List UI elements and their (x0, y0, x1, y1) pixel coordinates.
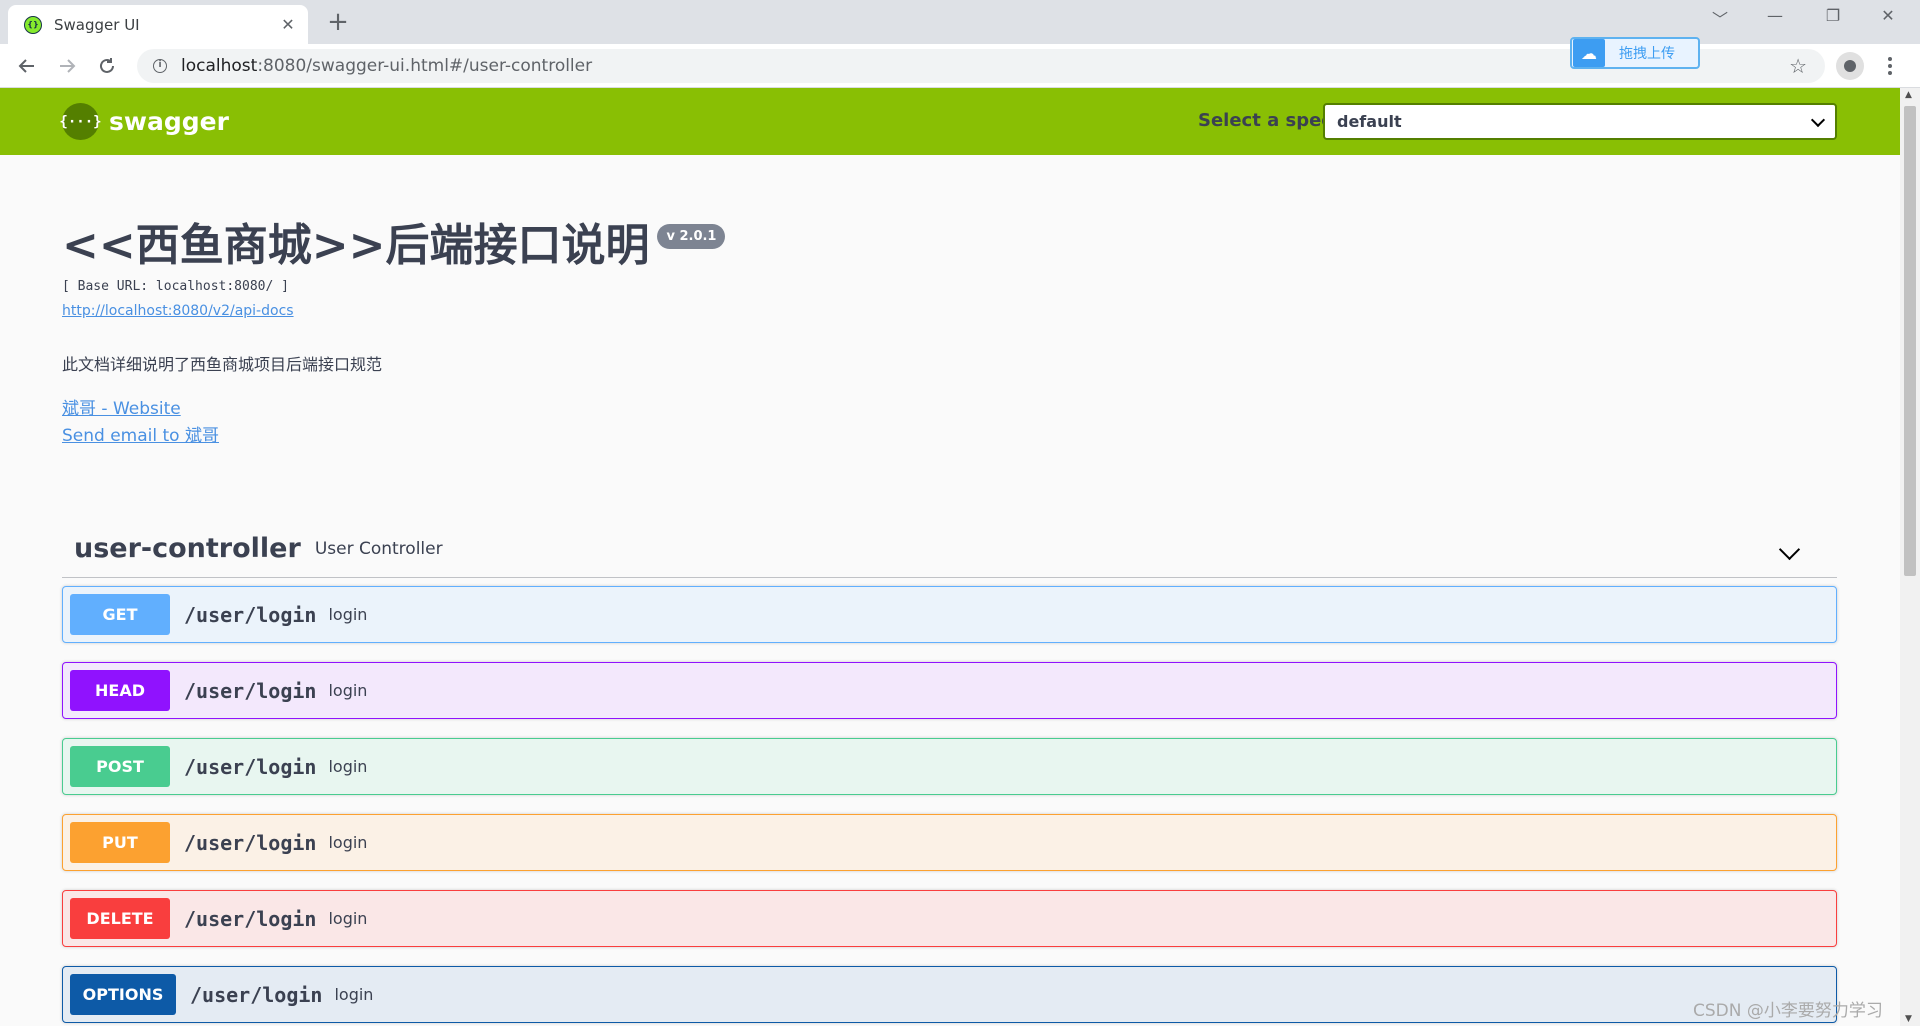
operation-summary: login (328, 605, 368, 624)
version-badge: v 2.0.1 (657, 224, 726, 249)
bookmark-star-icon[interactable]: ☆ (1789, 54, 1807, 78)
swagger-logo-text: swagger (109, 107, 229, 136)
swagger-favicon-icon: {} (24, 15, 42, 34)
tag-description: User Controller (314, 538, 443, 559)
chevron-down-icon (1810, 112, 1826, 127)
browser-tab[interactable]: {} Swagger UI ✕ (8, 5, 308, 44)
method-badge: HEAD (70, 670, 170, 711)
swagger-logo[interactable]: {···} swagger (59, 103, 229, 140)
method-badge: POST (70, 746, 170, 787)
operation-summary: login (328, 757, 368, 776)
tag-collapse-chevron-icon[interactable] (1778, 538, 1801, 561)
api-title-row: <<西鱼商城>>后端接口说明 v 2.0.1 (62, 218, 726, 274)
profile-avatar-icon[interactable] (1836, 52, 1864, 80)
watermark: CSDN @小李要努力学习 (1693, 1001, 1883, 1021)
tab-close-icon[interactable]: ✕ (278, 15, 298, 34)
site-info-icon[interactable]: i (153, 59, 167, 73)
spec-select-value: default (1337, 112, 1402, 131)
opblock-delete[interactable]: DELETE/user/login login (62, 890, 1837, 947)
operation-summary: login (334, 985, 374, 1004)
upload-extension-button[interactable]: ☁ 拖拽上传 (1570, 37, 1700, 69)
method-badge: DELETE (70, 898, 170, 939)
contact-website-link[interactable]: 斌哥 - Website (62, 394, 181, 419)
minimize-icon[interactable]: — (1760, 6, 1790, 25)
method-badge: PUT (70, 822, 170, 863)
scroll-up-icon[interactable]: ▲ (1905, 90, 1912, 100)
operation-path: /user/login (184, 830, 317, 855)
opblock-head[interactable]: HEAD/user/login login (62, 662, 1837, 719)
tab-search-icon[interactable]: ﹀ (1705, 6, 1735, 30)
operation-path: /user/login (184, 678, 317, 703)
operation-summary: login (328, 833, 368, 852)
operation-summary: login (328, 909, 368, 928)
operation-path: /user/login (184, 906, 317, 931)
tag-name: user-controller (74, 533, 301, 564)
page-title: <<西鱼商城>>后端接口说明 (62, 220, 650, 271)
scroll-thumb[interactable] (1904, 106, 1916, 576)
restore-icon[interactable]: ❐ (1818, 6, 1848, 25)
base-url: [ Base URL: localhost:8080/ ] (62, 279, 289, 294)
operation-summary: login (328, 681, 368, 700)
tag-header-user-controller[interactable]: user-controller User Controller (62, 520, 1837, 578)
method-badge: GET (70, 594, 170, 635)
extension-label: 拖拽上传 (1619, 46, 1675, 62)
back-icon[interactable] (13, 52, 41, 80)
opblock-put[interactable]: PUT/user/login login (62, 814, 1837, 871)
cloud-icon: ☁ (1573, 39, 1605, 67)
forward-icon[interactable] (53, 52, 81, 80)
spec-select[interactable]: default (1323, 103, 1837, 140)
page-scrollbar[interactable]: ▲ ▼ (1900, 88, 1920, 1026)
opblock-options[interactable]: OPTIONS/user/login login (62, 966, 1837, 1023)
operation-path: /user/login (190, 982, 323, 1007)
opblock-get[interactable]: GET/user/login login (62, 586, 1837, 643)
reload-icon[interactable] (93, 52, 121, 80)
swagger-topbar: {···} swagger Select a spec default (0, 88, 1900, 155)
operation-path: /user/login (184, 754, 317, 779)
contact-email-link[interactable]: Send email to 斌哥 (62, 421, 219, 446)
opblock-post[interactable]: POST/user/login login (62, 738, 1837, 795)
api-docs-link[interactable]: http://localhost:8080/v2/api-docs (62, 303, 294, 319)
select-spec-label: Select a spec (1198, 110, 1332, 131)
browser-menu-icon[interactable] (1880, 52, 1900, 80)
tab-title: Swagger UI (54, 15, 140, 34)
url-text: localhost:8080/swagger-ui.html#/user-con… (181, 56, 593, 76)
new-tab-button[interactable]: + (324, 8, 352, 36)
scroll-down-icon[interactable]: ▼ (1905, 1014, 1912, 1024)
method-badge: OPTIONS (70, 974, 176, 1015)
swagger-logo-icon: {···} (59, 103, 102, 140)
close-window-icon[interactable]: ✕ (1873, 6, 1903, 25)
api-description: 此文档详细说明了西鱼商城项目后端接口规范 (62, 355, 383, 374)
operation-path: /user/login (184, 602, 317, 627)
